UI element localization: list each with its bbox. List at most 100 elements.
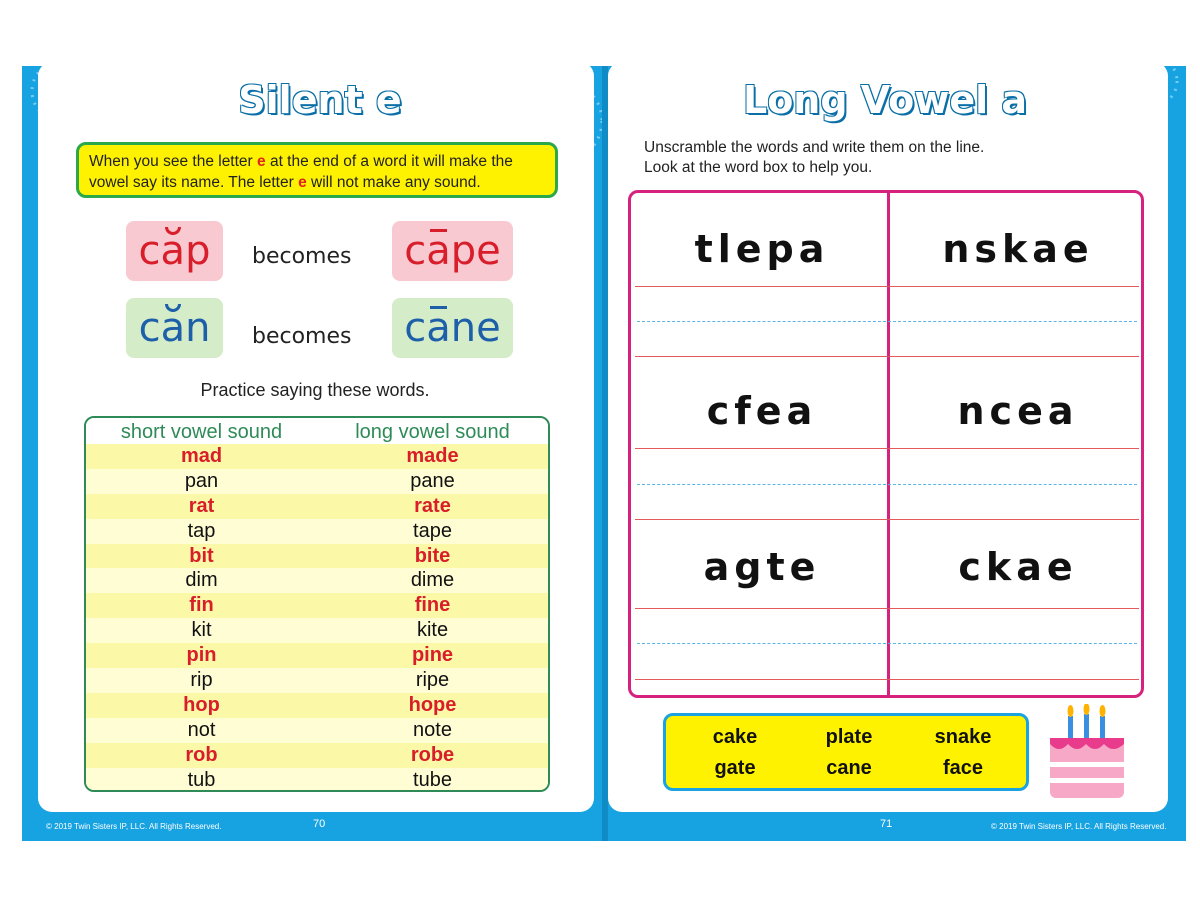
word-box-item: cane: [826, 757, 872, 779]
writing-line-top[interactable]: [635, 608, 1139, 609]
long-vowel-word: note: [413, 718, 452, 741]
short-vowel-word: rob: [185, 743, 218, 766]
table-row: rob robe: [86, 742, 548, 768]
table-row: hop hope: [86, 692, 548, 718]
long-vowel-word: made: [406, 445, 459, 467]
word-box-item: plate: [825, 726, 873, 748]
short-vowel-word: fin: [189, 594, 214, 617]
table-row: kit kite: [86, 618, 548, 644]
marked-vowel: a: [426, 221, 451, 281]
table-row: tub tube: [86, 767, 548, 791]
marked-vowel: a: [161, 298, 185, 358]
table-row: mad made: [86, 444, 548, 469]
instructions-line-1: Unscramble the words and write them on t…: [644, 139, 985, 156]
left-page-title: Silent e: [238, 78, 402, 122]
page-number-right: 71: [880, 818, 893, 830]
short-vowel-word: bit: [189, 544, 214, 567]
word-box-item: snake: [934, 726, 992, 748]
short-vowel-word: pin: [186, 644, 217, 667]
word-box-item: cake: [712, 726, 758, 748]
table-row: rat rate: [86, 493, 548, 519]
table-header: short vowel sound long vowel sound: [86, 418, 548, 444]
header-long-vowel: long vowel sound: [355, 421, 510, 443]
long-word-cane: cane: [392, 298, 513, 358]
macron-a: a: [1001, 78, 1028, 122]
scrambled-word: ckae: [958, 545, 1078, 589]
table-row: fin fine: [86, 593, 548, 619]
short-vowel-word: hop: [183, 693, 220, 716]
unscramble-instructions: Unscramble the words and write them on t…: [644, 138, 1124, 178]
becomes-label: becomes: [252, 244, 352, 269]
becomes-label: becomes: [252, 324, 352, 349]
long-vowel-word: robe: [410, 743, 455, 766]
short-vowel-word: pan: [184, 469, 219, 492]
copyright-right: © 2019 Twin Sisters IP, LLC. All Rights …: [991, 822, 1167, 831]
table-body: mad made pan pane rat rate tap tape bit bite dim di…: [86, 444, 548, 791]
writing-line-base[interactable]: [635, 679, 1139, 680]
table-row: bit bite: [86, 543, 548, 569]
short-vowel-word: rip: [190, 669, 213, 692]
table-row: rip ripe: [86, 668, 548, 693]
long-word-cape: cape: [392, 221, 513, 281]
scrambled-word: tlepa: [694, 227, 830, 271]
short-vowel-word: rat: [188, 494, 215, 517]
instructions-line-2: Look at the word box to help you.: [644, 159, 873, 176]
long-vowel-word: fine: [414, 594, 451, 617]
long-vowel-word: dime: [410, 569, 455, 592]
short-vowel-word: kit: [191, 619, 212, 642]
table-row: dim dime: [86, 568, 548, 594]
short-word-cap-text: cap: [139, 227, 210, 274]
short-word-can: can: [126, 298, 223, 358]
table-row: tap tape: [86, 518, 548, 544]
rule-text-1: When you see the letter: [89, 153, 258, 170]
long-vowel-word: tube: [413, 768, 452, 791]
writing-line-mid: [637, 643, 1137, 644]
unscramble-grid: tlepa nskae cfea ncea agte ckae: [628, 190, 1144, 698]
short-word-cap: cap: [126, 221, 223, 281]
page-fold: [602, 66, 608, 841]
rule-text-3: will not make any sound.: [306, 174, 481, 191]
writing-line-base[interactable]: [635, 356, 1139, 357]
short-vowel-word: tub: [187, 768, 216, 791]
grid-divider: [887, 193, 890, 695]
scrambled-word: agte: [703, 545, 821, 589]
long-vowel-word: hope: [408, 693, 457, 716]
writing-line-base[interactable]: [635, 519, 1139, 520]
right-title-text: Long Vowel a: [742, 78, 1028, 122]
writing-line-top[interactable]: [635, 286, 1139, 287]
writing-line-mid: [637, 321, 1137, 322]
long-vowel-word: bite: [414, 544, 451, 567]
short-vowel-word: tap: [187, 519, 216, 542]
word-box: cake plate snake gate cane face: [663, 713, 1029, 791]
long-vowel-word: rate: [414, 494, 451, 517]
vowel-word-table: short vowel sound long vowel sound mad ma…: [84, 416, 550, 792]
practice-instruction: Practice saying these words.: [200, 380, 430, 400]
table-row: pin pine: [86, 643, 548, 669]
long-word-cane-text: cane: [404, 305, 500, 351]
rule-letter-e-2: e: [298, 174, 307, 191]
short-word-can-text: can: [139, 304, 210, 351]
scrambled-word: nskae: [942, 227, 1094, 271]
table-row: not note: [86, 717, 548, 743]
writing-line-top[interactable]: [635, 448, 1139, 449]
copyright-left: © 2019 Twin Sisters IP, LLC. All Rights …: [46, 822, 222, 831]
marked-vowel: a: [426, 298, 451, 358]
scrambled-word: cfea: [706, 389, 818, 433]
long-vowel-word: ripe: [415, 669, 450, 692]
short-vowel-word: dim: [185, 569, 218, 592]
long-word-cape-text: cape: [404, 228, 501, 274]
rule-letter-e-1: e: [257, 153, 266, 170]
birthday-cake-icon: [1050, 704, 1124, 798]
scrambled-word: ncea: [957, 389, 1079, 433]
long-vowel-word: pine: [411, 644, 454, 667]
right-page-title: Long Vowel a: [740, 78, 1030, 122]
silent-e-rule-box: When you see the letter e at the end of …: [76, 142, 558, 198]
header-short-vowel: short vowel sound: [120, 421, 283, 443]
page-number-left: 70: [313, 818, 326, 830]
long-vowel-word: kite: [416, 619, 449, 642]
writing-line-mid: [637, 484, 1137, 485]
marked-vowel: a: [161, 221, 185, 281]
word-box-item: face: [942, 757, 984, 779]
long-vowel-word: tape: [413, 519, 452, 542]
word-box-item: gate: [714, 757, 756, 779]
